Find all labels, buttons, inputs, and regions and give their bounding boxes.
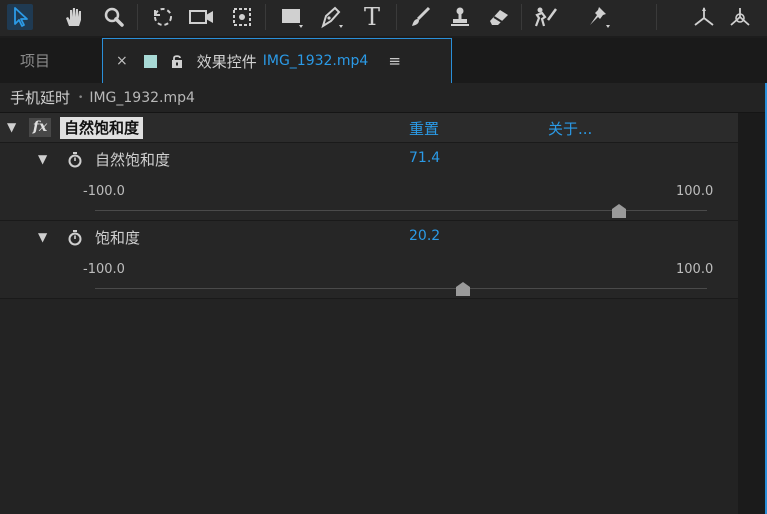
pan-behind-icon[interactable]	[228, 4, 256, 30]
breadcrumb: 手机延时 • IMG_1932.mp4	[0, 83, 765, 113]
tab-title: 效果控件	[196, 52, 257, 71]
panel-tab-bar: 项目 × 效果控件 IMG_1932.mp4 ≡	[0, 38, 767, 83]
label-color-swatch	[143, 54, 157, 68]
effect-list: ▼ fx 自然饱和度 重置 关于... ▼ 自然饱和度 71.4 -100.0 …	[0, 113, 738, 514]
type-icon[interactable]: T	[358, 3, 386, 31]
collapse-triangle-icon[interactable]: ▼	[7, 120, 16, 134]
slider-thumb[interactable]	[455, 281, 471, 297]
breadcrumb-layer: 手机延时	[10, 89, 71, 107]
property-row-saturation: ▼ 饱和度 20.2 -100.0 100.0	[0, 221, 738, 299]
close-icon[interactable]: ×	[116, 53, 128, 69]
selection-arrow-icon[interactable]	[7, 4, 35, 30]
tab-effect-controls[interactable]: × 效果控件 IMG_1932.mp4 ≡	[102, 38, 452, 83]
reset-link[interactable]: 重置	[409, 118, 439, 139]
about-link[interactable]: 关于...	[548, 118, 592, 139]
breadcrumb-clip: IMG_1932.mp4	[89, 89, 195, 106]
property-row-vibrance: ▼ 自然饱和度 71.4 -100.0 100.0	[0, 143, 738, 221]
rotate-icon[interactable]	[149, 4, 177, 30]
tools-toolbar: T	[0, 0, 767, 36]
axis-world-icon[interactable]	[726, 4, 754, 30]
panel-menu-icon[interactable]: ≡	[388, 52, 401, 70]
effect-header-row[interactable]: ▼ fx 自然饱和度 重置 关于...	[0, 113, 738, 143]
collapse-triangle-icon[interactable]: ▼	[38, 230, 47, 244]
slider-track[interactable]	[95, 288, 707, 289]
property-name: 饱和度	[95, 229, 141, 247]
vertical-scrollbar[interactable]	[738, 113, 765, 514]
clone-stamp-icon[interactable]	[446, 4, 474, 30]
effect-controls-panel: 手机延时 • IMG_1932.mp4 ▼ fx 自然饱和度 重置 关于... …	[0, 83, 767, 514]
slider-thumb[interactable]	[611, 203, 627, 219]
tab-file-name[interactable]: IMG_1932.mp4	[263, 53, 369, 69]
stopwatch-icon[interactable]	[68, 152, 82, 172]
puppet-pin-icon[interactable]	[585, 4, 613, 30]
eraser-icon[interactable]	[485, 4, 513, 30]
zoom-icon[interactable]	[100, 4, 128, 30]
slider-min-label: -100.0	[83, 184, 125, 199]
hand-icon[interactable]	[60, 4, 88, 30]
collapse-triangle-icon[interactable]: ▼	[38, 152, 47, 166]
lock-icon[interactable]	[171, 54, 183, 68]
pen-icon[interactable]	[318, 4, 346, 30]
slider-min-label: -100.0	[83, 262, 125, 277]
stopwatch-icon[interactable]	[68, 230, 82, 250]
roto-brush-icon[interactable]	[532, 4, 560, 30]
axis-local-icon[interactable]	[690, 4, 718, 30]
breadcrumb-separator: •	[78, 92, 84, 103]
property-value[interactable]: 71.4	[409, 150, 440, 166]
property-value[interactable]: 20.2	[409, 228, 440, 244]
effect-name[interactable]: 自然饱和度	[60, 117, 144, 139]
tab-project[interactable]: 项目	[0, 38, 100, 83]
property-name: 自然饱和度	[95, 151, 171, 169]
camera-icon[interactable]	[188, 4, 216, 30]
slider-max-label: 100.0	[676, 184, 714, 199]
brush-icon[interactable]	[407, 4, 435, 30]
rectangle-icon[interactable]	[278, 4, 306, 30]
tab-project-label: 项目	[20, 52, 51, 70]
slider-max-label: 100.0	[676, 262, 714, 277]
fx-toggle-icon[interactable]: fx	[29, 118, 51, 137]
